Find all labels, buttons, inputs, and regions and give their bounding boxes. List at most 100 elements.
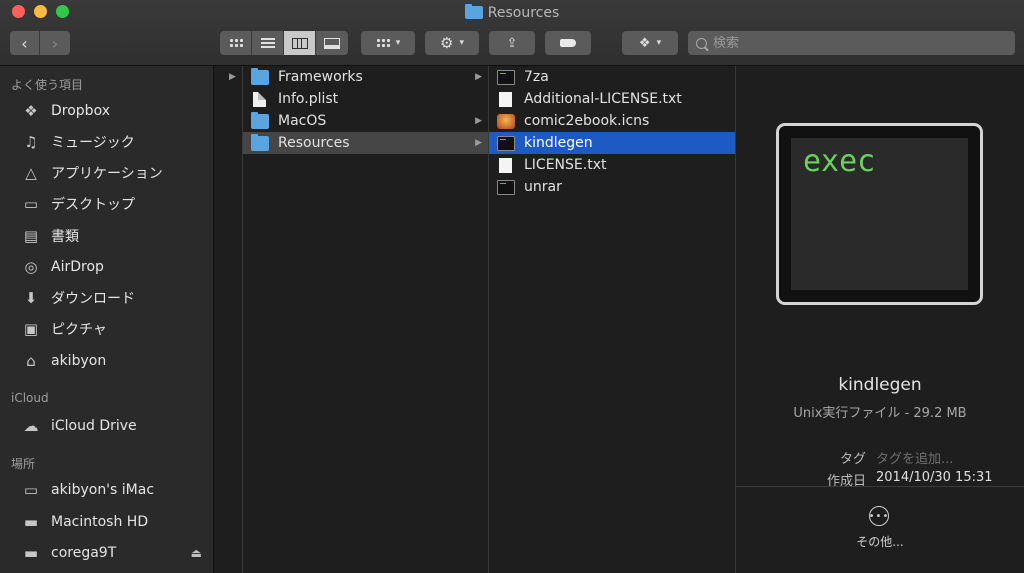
search-icon [696, 37, 707, 49]
list-item[interactable]: ▶ [215, 66, 242, 88]
view-mode-selector [220, 31, 348, 55]
sidebar-item-imac[interactable]: ▭ akibyon's iMac [20, 477, 210, 503]
sidebar-item-label: Macintosh HD [51, 514, 149, 530]
preview-file-kind: Unix実行ファイル - 29.2 MB [793, 406, 967, 421]
applications-icon: △ [25, 164, 37, 182]
text-file-icon [499, 157, 512, 173]
folder-icon [251, 111, 269, 129]
preview-icon-screen: exec [791, 138, 968, 290]
disclosure-arrow-icon: ▶ [475, 72, 482, 82]
group-grid-icon [375, 38, 390, 48]
columns-icon [291, 37, 308, 49]
sidebar-item-airdrop[interactable]: ◎ AirDrop [20, 254, 210, 280]
preview-pane: exec kindlegen Unix実行ファイル - 29.2 MB タグ タ… [736, 66, 1024, 573]
icon-view-button[interactable] [220, 31, 252, 55]
sidebar-item-label: アプリケーション [51, 166, 163, 182]
home-icon: ⌂ [26, 352, 36, 370]
list-item[interactable]: LICENSE.txt [489, 154, 735, 176]
sidebar: よく使う項目 ❖ Dropbox ♫ ミュージック △ アプリケーション ▭ デスクトッ… [0, 66, 214, 573]
folder-icon [251, 133, 269, 151]
sidebar-item-home[interactable]: ⌂ akibyon [20, 348, 210, 374]
sidebar-heading-locations: 場所 [11, 457, 36, 471]
hard-drive-icon: ▬ [23, 513, 39, 531]
chevron-left-icon: ‹ [21, 33, 28, 53]
sidebar-item-documents[interactable]: ▤ 書類 [20, 223, 210, 249]
sidebar-item-applications[interactable]: △ アプリケーション [20, 160, 210, 186]
column-view-button[interactable] [284, 31, 316, 55]
window-title: Resources [0, 4, 1024, 21]
gear-icon: ⚙ [440, 34, 454, 52]
sidebar-item-label: Dropbox [51, 103, 110, 119]
back-button[interactable]: ‹ [10, 31, 40, 55]
add-tag-field[interactable]: タグを追加... [876, 448, 953, 467]
dropbox-toolbar-button[interactable]: ❖ ▾ [622, 31, 678, 55]
column-parent: ▶ [215, 66, 243, 573]
list-item[interactable]: Frameworks ▶ [243, 66, 488, 88]
grid-icon [228, 38, 243, 48]
group-by-button[interactable]: ▾ [361, 31, 415, 55]
sidebar-heading-favorites: よく使う項目 [11, 78, 84, 92]
gallery-icon [324, 37, 340, 49]
airdrop-icon: ◎ [24, 258, 38, 276]
divider [736, 486, 1024, 487]
action-button[interactable]: ⚙ ▾ [425, 31, 479, 55]
tag-label: タグ [839, 452, 866, 467]
folder-icon [464, 4, 483, 19]
sidebar-item-pictures[interactable]: ▣ ピクチャ [20, 316, 210, 342]
chevron-down-icon: ▾ [459, 38, 464, 48]
sidebar-item-label: akibyon's iMac [51, 482, 155, 498]
more-icon[interactable]: ••• [869, 506, 889, 526]
music-icon: ♫ [24, 133, 38, 151]
disclosure-arrow-icon: ▶ [229, 72, 236, 82]
list-item[interactable]: Resources ▶ [243, 132, 488, 154]
disclosure-arrow-icon: ▶ [475, 116, 482, 126]
navigation-buttons: ‹ › [10, 31, 70, 55]
pictures-icon: ▣ [23, 320, 39, 338]
executable-icon [497, 179, 515, 195]
column-contents: Frameworks ▶ Info.plist MacOS ▶ Resource… [243, 66, 489, 573]
icns-file-icon [497, 113, 515, 129]
dropbox-icon: ❖ [638, 35, 651, 51]
gallery-view-button[interactable] [316, 31, 348, 55]
sidebar-item-label: デスクトップ [51, 197, 135, 213]
list-item[interactable]: unrar [489, 176, 735, 198]
cloud-icon: ☁ [23, 417, 39, 435]
sidebar-item-label: ミュージック [51, 135, 135, 151]
sidebar-item-label: ダウンロード [51, 291, 135, 307]
share-button[interactable]: ⇪ [489, 31, 535, 55]
list-item[interactable]: Info.plist [243, 88, 488, 110]
list-view-button[interactable] [252, 31, 284, 55]
more-button-label[interactable]: その他... [736, 533, 1024, 550]
text-file-icon [499, 91, 512, 107]
created-value: 2014/10/30 15:31 [876, 470, 993, 485]
eject-icon[interactable]: ⏏ [191, 546, 202, 560]
list-item[interactable]: comic2ebook.icns [489, 110, 735, 132]
sidebar-item-icloud-drive[interactable]: ☁ iCloud Drive [20, 413, 210, 439]
sidebar-item-label: akibyon [51, 353, 107, 369]
chevron-down-icon: ▾ [656, 38, 662, 48]
folder-icon [251, 67, 269, 85]
search-field[interactable] [688, 31, 1015, 55]
sidebar-item-downloads[interactable]: ⬇ ダウンロード [20, 285, 210, 311]
sidebar-item-desktop[interactable]: ▭ デスクトップ [20, 191, 210, 217]
sidebar-item-dropbox[interactable]: ❖ Dropbox [20, 98, 210, 124]
chevron-down-icon: ▾ [395, 38, 401, 48]
executable-icon [497, 69, 515, 85]
list-item[interactable]: Additional-LICENSE.txt [489, 88, 735, 110]
imac-icon: ▭ [23, 481, 39, 499]
dropbox-icon: ❖ [24, 102, 38, 120]
sidebar-item-corega9t[interactable]: ▬ corega9T ⏏ [20, 540, 210, 566]
sidebar-item-music[interactable]: ♫ ミュージック [20, 129, 210, 155]
sidebar-heading-icloud: iCloud [11, 391, 49, 405]
list-item[interactable]: MacOS ▶ [243, 110, 488, 132]
document-icon [253, 91, 266, 107]
downloads-icon: ⬇ [24, 289, 38, 307]
tag-button[interactable] [545, 31, 591, 55]
list-item[interactable]: kindlegen [489, 132, 735, 154]
list-item[interactable]: 7za [489, 66, 735, 88]
executable-preview-icon: exec [776, 123, 983, 305]
sidebar-item-label: 書類 [51, 229, 79, 245]
search-input[interactable] [713, 35, 993, 51]
forward-button[interactable]: › [40, 31, 70, 55]
sidebar-item-macintosh-hd[interactable]: ▬ Macintosh HD [20, 509, 210, 535]
